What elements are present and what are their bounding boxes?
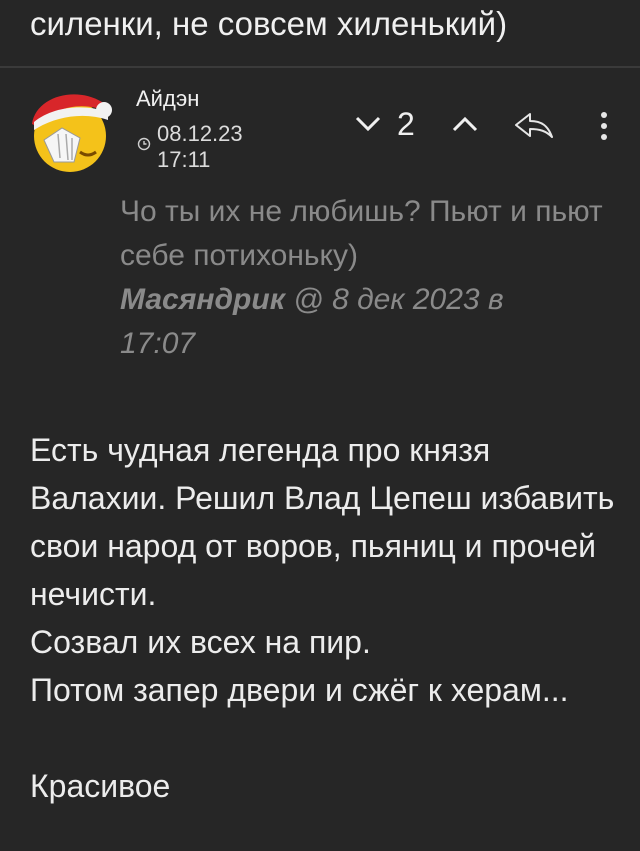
avatar[interactable]	[24, 82, 116, 174]
comment-divider	[0, 66, 640, 68]
quote-text: Чо ты их не любишь? Пьют и пьют себе пот…	[120, 195, 603, 272]
comment-paragraph: Есть чудная легенда про князя Валахии. Р…	[30, 432, 615, 612]
comment-time: 17:11	[157, 147, 211, 172]
quote-date: 8 дек 2023 в	[332, 283, 504, 316]
comment-date: 08.12.23	[157, 121, 243, 146]
quote-author-link[interactable]: Масяндрик	[120, 283, 285, 316]
quote-at-sign: @	[293, 283, 324, 316]
comment-score: 2	[397, 106, 415, 142]
comment-body: Есть чудная легенда про князя Валахии. Р…	[30, 426, 620, 810]
quoted-comment: Чо ты их не любишь? Пьют и пьют себе пот…	[120, 190, 620, 366]
comment-paragraph: Потом запер двери и сжёг к херам...	[30, 672, 569, 708]
reply-arrow-icon[interactable]	[512, 108, 556, 142]
comment-timestamp: 08.12.23 17:11	[157, 121, 277, 173]
clock-icon	[137, 137, 151, 151]
vote-down-chevron-icon[interactable]	[353, 113, 383, 135]
comment-author[interactable]: Айдэн	[136, 86, 199, 112]
quote-time: 17:07	[120, 327, 196, 360]
previous-comment-text: силенки, не совсем хиленький)	[30, 5, 508, 42]
vote-up-chevron-icon[interactable]	[450, 113, 480, 135]
more-options-icon[interactable]	[592, 106, 616, 146]
comment-paragraph: Красивое	[30, 768, 171, 804]
comment-paragraph: Созвал их всех на пир.	[30, 624, 371, 660]
